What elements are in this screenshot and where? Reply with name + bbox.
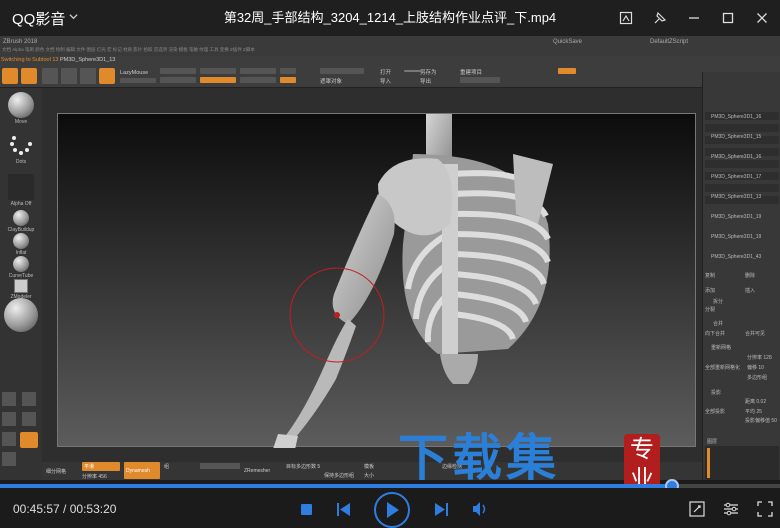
rp-label-10: 投影 bbox=[711, 390, 722, 396]
zbrush-toolbar-label-5: 重建项目 bbox=[460, 70, 483, 76]
minimize-icon[interactable] bbox=[684, 8, 704, 28]
control-bar: 00:45:57 / 00:53:20 bbox=[0, 488, 780, 528]
total-time: 00:53:20 bbox=[69, 502, 117, 516]
zbrush-app-title: ZBrush 2018 bbox=[3, 39, 38, 45]
subtool-4: PM3D_Sphere3D1_13 bbox=[711, 194, 762, 200]
zbrush-lazymouse: LazyMouse bbox=[120, 70, 149, 76]
rp-value-7: 分辨率 128 bbox=[747, 355, 772, 361]
zbrush-bottom-palette: 细分网格 平滑 分辨率 456 Dynamesh 组 ZRemesher 目标多… bbox=[42, 462, 702, 480]
rp-label-5: 向下合并 bbox=[705, 331, 726, 337]
rp-label-7: 全部重新网格化 bbox=[705, 365, 741, 371]
volume-icon[interactable] bbox=[472, 501, 488, 517]
time-separator: / bbox=[59, 502, 70, 516]
next-icon[interactable] bbox=[434, 502, 448, 516]
subtool-0: PM3D_Sphere3D1_16 bbox=[711, 114, 762, 120]
upper-body-skeleton-model bbox=[272, 110, 553, 464]
stop-icon[interactable] bbox=[300, 503, 312, 515]
edit-clip-icon[interactable] bbox=[688, 500, 706, 518]
play-icon[interactable] bbox=[374, 492, 410, 528]
bottom-label-1: 平滑 bbox=[84, 464, 95, 470]
app-menu-button[interactable]: QQ影音 bbox=[12, 8, 78, 29]
zbrush-status: Switching to Subtool 13 bbox=[1, 57, 59, 63]
shelf-alpha: Alpha Off bbox=[10, 201, 32, 207]
player-window: QQ影音 第32周_手部结构_3204_1214_上肢结构作业点评_下.mp4 bbox=[0, 0, 780, 528]
rp-label-1: 添加 bbox=[705, 288, 716, 294]
shelf-move: Move bbox=[14, 119, 28, 125]
subtool-7: PM3D_Sphere3D1_43 bbox=[711, 254, 762, 260]
rp-value-11: 距离 0.02 bbox=[745, 399, 767, 405]
bottom-label-4: ZRemesher bbox=[244, 468, 271, 474]
zbrush-toolbar-label-3: 导入 bbox=[380, 79, 392, 85]
bottom-label-3: 组 bbox=[164, 464, 170, 470]
current-time: 00:45:57 bbox=[13, 502, 60, 516]
bottom-label-5: 目标多边形数 5 bbox=[286, 464, 321, 470]
rp-label-6: 重新网格 bbox=[711, 345, 732, 351]
bottom-label-0: 细分网格 bbox=[46, 469, 67, 475]
pin-icon[interactable] bbox=[650, 8, 670, 28]
rp-value-13: 投影偏移值 50 bbox=[745, 418, 777, 424]
subtool-2: PM3D_Sphere3D1_16 bbox=[711, 154, 762, 160]
zbrush-viewport bbox=[57, 110, 696, 464]
screenshot-icon[interactable] bbox=[616, 8, 636, 28]
title-bar: QQ影音 第32周_手部结构_3204_1214_上肢结构作业点评_下.mp4 bbox=[0, 0, 780, 36]
rp-value-8: 偏移 10 bbox=[747, 365, 764, 371]
subtool-3: PM3D_Sphere3D1_17 bbox=[711, 174, 762, 180]
rp-label-4: 合并 bbox=[713, 321, 724, 327]
zbrush-left-shelf: Move Dots Alpha Off ClayBuildup Inflat C… bbox=[0, 88, 42, 480]
rp-value-12: 平均 25 bbox=[745, 409, 762, 415]
bottom-label-10: 分辨率 456 bbox=[82, 474, 107, 480]
zbrush-subtool-name: PM3D_Sphere3D1_13 bbox=[60, 57, 116, 63]
bottom-label-8: 边缘检测 bbox=[442, 464, 463, 470]
rp-label-3: 分裂 bbox=[705, 307, 716, 313]
zbrush-quicksave: QuickSave bbox=[553, 39, 583, 45]
chevron-down-icon bbox=[69, 12, 78, 24]
zbrush-toolbar-label-1: 打开 bbox=[380, 70, 392, 76]
rp-value-1: 插入 bbox=[745, 288, 756, 294]
rp-label-2: 拆分 bbox=[713, 299, 724, 305]
subtool-6: PM3D_Sphere3D1_19 bbox=[711, 234, 762, 240]
bottom-label-9: 大小 bbox=[364, 473, 375, 479]
close-icon[interactable] bbox=[752, 8, 772, 28]
zbrush-toolbar-label-6: 遮罩对象 bbox=[320, 79, 343, 85]
zbrush-script-label: DefaultZScript bbox=[650, 39, 689, 45]
zbrush-toolbar-label-4: 导出 bbox=[420, 79, 432, 85]
rp-label-11: 全部投影 bbox=[705, 409, 726, 415]
maximize-icon[interactable] bbox=[718, 8, 738, 28]
bottom-label-7: 模板 bbox=[364, 464, 375, 470]
subtool-5: PM3D_Sphere3D1_19 bbox=[711, 214, 762, 220]
previous-icon[interactable] bbox=[336, 502, 350, 516]
time-display: 00:45:57 / 00:53:20 bbox=[13, 502, 116, 516]
app-name: QQ影音 bbox=[12, 10, 66, 28]
rp-label-14: 图层 bbox=[707, 439, 718, 445]
rp-value-9: 多边形组 bbox=[747, 375, 768, 381]
video-frame[interactable]: ZBrush 2018 QuickSave DefaultZScript 文档 … bbox=[0, 36, 780, 480]
bottom-label-2: Dynamesh bbox=[126, 468, 150, 474]
zbrush-subtool-panel: PM3D_Sphere3D1_16 PM3D_Sphere3D1_15 PM3D… bbox=[702, 72, 780, 480]
fullscreen-icon[interactable] bbox=[756, 500, 774, 518]
subtool-1: PM3D_Sphere3D1_15 bbox=[711, 134, 762, 140]
rp-value-0: 删除 bbox=[745, 273, 756, 279]
zbrush-toolbar: Switching to Subtool 13 PM3D_Sphere3D1_1… bbox=[0, 56, 780, 88]
shelf-dots: Dots bbox=[15, 159, 27, 165]
rp-label-0: 复制 bbox=[705, 273, 716, 279]
zbrush-menubar: ZBrush 2018 QuickSave DefaultZScript 文档 … bbox=[0, 36, 780, 56]
bottom-label-6: 保持多边形组 bbox=[324, 473, 355, 479]
rp-value-5: 合并可见 bbox=[745, 331, 766, 337]
settings-icon[interactable] bbox=[722, 500, 740, 518]
